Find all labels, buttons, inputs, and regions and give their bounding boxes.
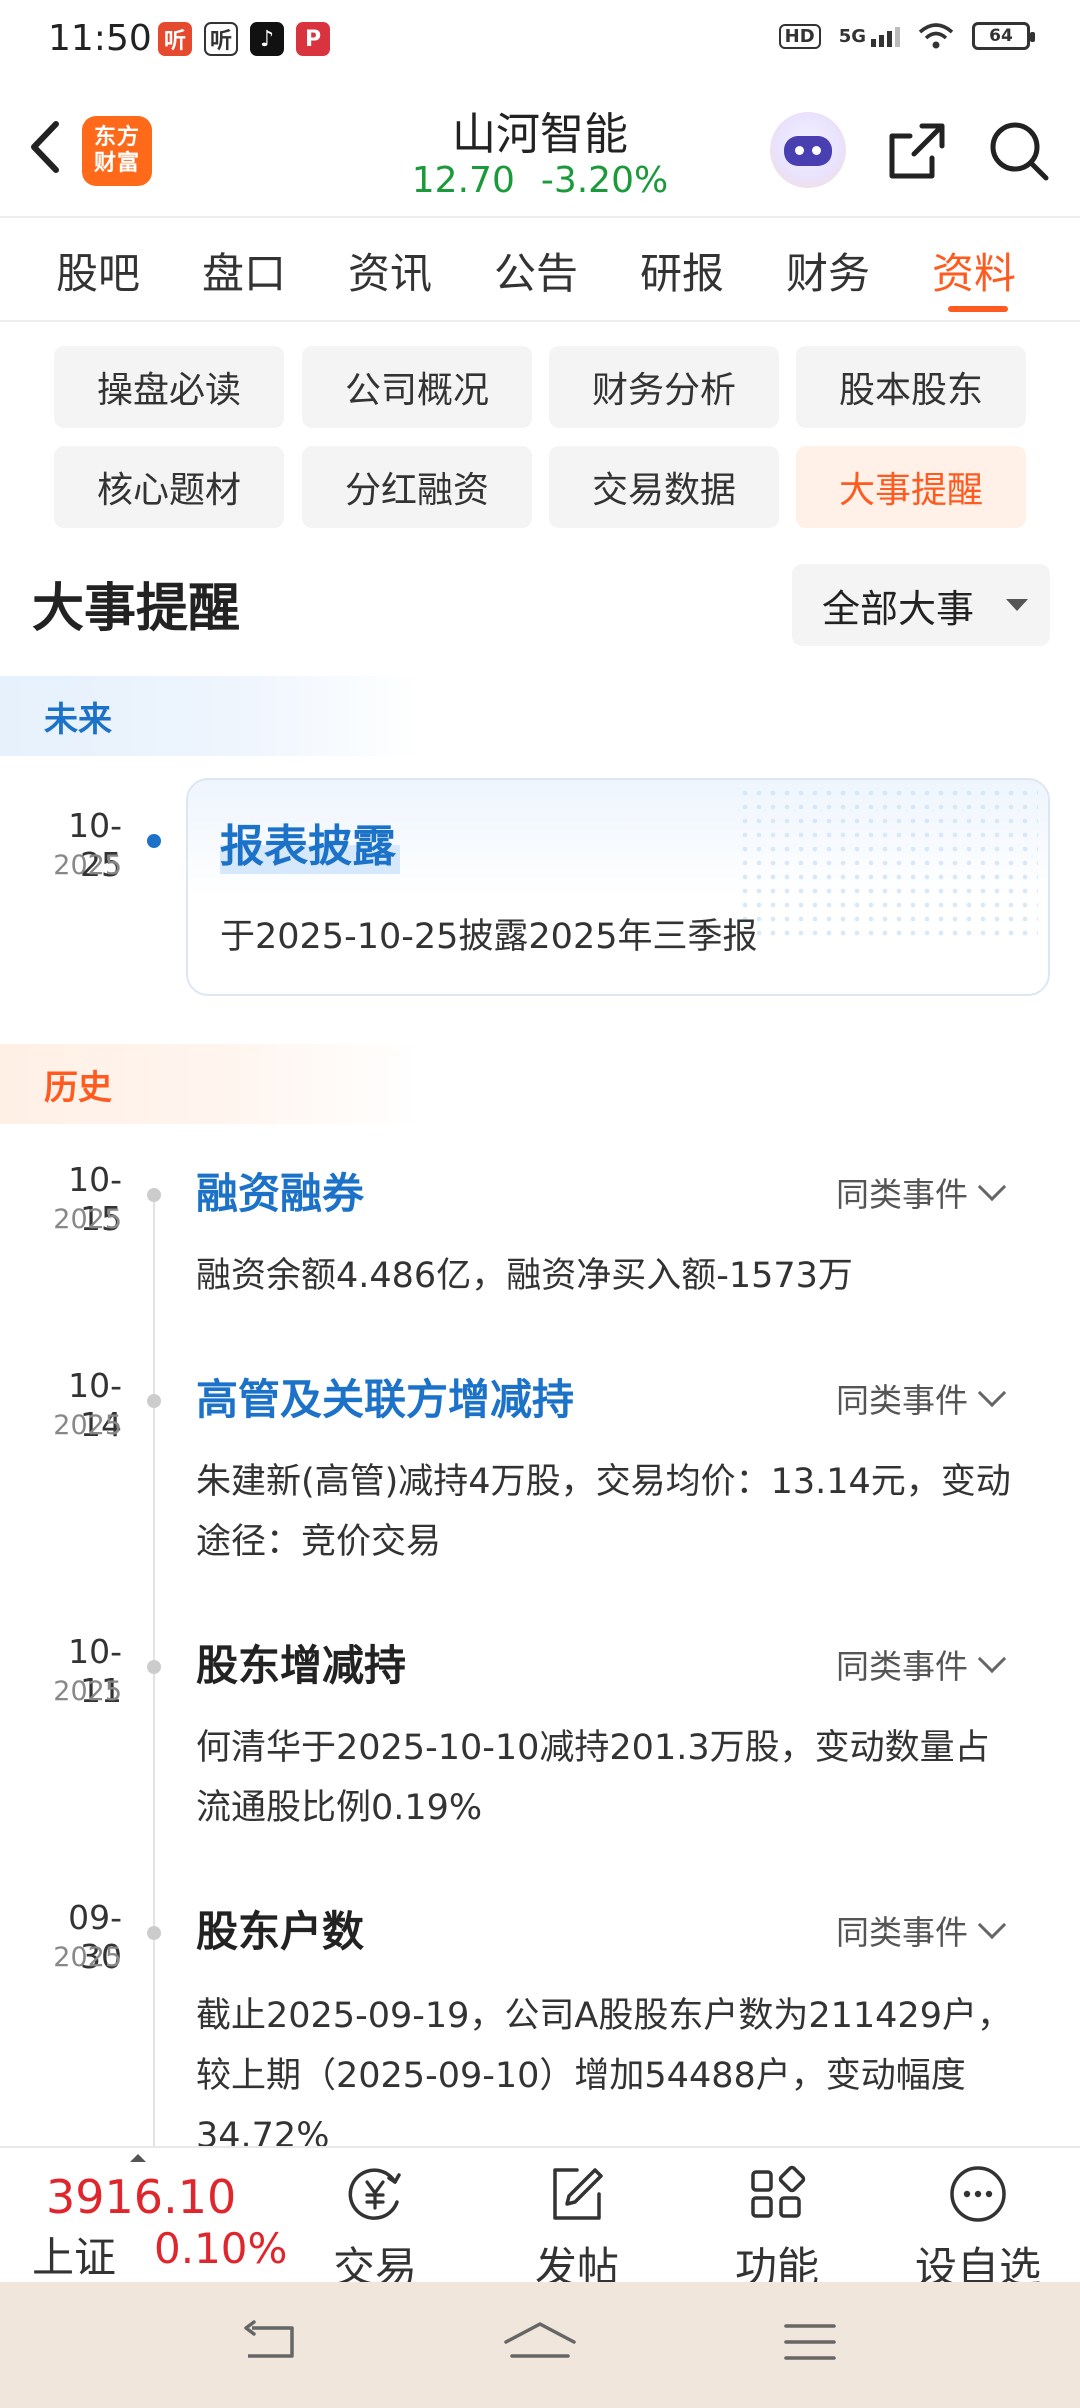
status-bar: 11:50 听 听 ♪ P HD 5G 64 [0,0,1080,82]
signal-icon: 5G [839,26,900,47]
system-nav-bar [0,2282,1080,2408]
yen-trade-icon [348,2168,401,2220]
future-event-desc: 于2025-10-25披露2025年三季报 [220,917,758,957]
nav-home-icon[interactable] [500,2312,580,2372]
index-name[interactable]: 上证 [32,2224,116,2285]
nav-back-icon[interactable] [230,2312,310,2372]
timeline-dot [147,1926,161,1940]
wifi-icon [918,23,954,49]
history-group-header: 历史 [0,1044,420,1124]
timeline-line [153,1200,155,2150]
status-time: 11:50 [48,18,152,59]
chevron-down-icon [977,1644,1007,1674]
active-tab-indicator [948,306,1008,312]
robot-face-icon [784,136,832,166]
event-title: 股东增减持 [196,1641,407,1690]
section-title: 大事提醒 [32,579,241,639]
future-group-header: 未来 [0,676,420,756]
similar-events-label: 同类事件 [836,1175,968,1214]
event-desc: 何清华于2025-10-10减持201.3万股，变动数量占流通股比例0.19% [196,1728,990,1828]
post-button[interactable]: 发帖 [497,2154,657,2292]
hd-icon: HD [778,23,821,49]
trade-button[interactable]: 交易 [295,2154,455,2292]
tab-research[interactable]: 研报 [640,240,724,301]
share-icon[interactable] [884,118,950,184]
subtab-dividends-financing[interactable]: 分红融资 [302,446,532,528]
caret-down-icon [1006,599,1028,611]
chevron-down-icon [977,1378,1007,1408]
event-title-link[interactable]: 融资融券 [196,1160,364,1221]
subtab-trading-must-read[interactable]: 操盘必读 [54,346,284,428]
timeline-dot [147,1188,161,1202]
subtab-major-events[interactable]: 大事提醒 [796,446,1026,528]
event-year: 2025 [53,1410,122,1441]
more-dots-icon [950,2166,1006,2222]
future-event-title: 报表披露 [220,810,400,874]
event-desc: 融资余额4.486亿，融资净买入额-1573万 [196,1256,853,1296]
index-value[interactable]: 3916.10 [46,2170,236,2224]
chevron-down-icon [977,1910,1007,1940]
timeline-dot [147,1394,161,1408]
event-title: 股东户数 [196,1907,365,1956]
stock-price: 12.70 [411,160,515,201]
caret-up-icon[interactable] [130,2154,146,2162]
timeline-dot [147,1660,161,1674]
stock-change-pct: -3.20% [540,160,669,201]
similar-events-label: 同类事件 [836,1381,968,1420]
future-event-card[interactable]: 报表披露 于2025-10-25披露2025年三季报 [186,778,1050,996]
subtab-core-themes[interactable]: 核心题材 [54,446,284,528]
subtab-financial-analysis[interactable]: 财务分析 [549,346,779,428]
similar-events-button[interactable]: 同类事件 [836,1906,1007,1954]
tab-news[interactable]: 资讯 [348,240,432,301]
similar-events-label: 同类事件 [836,1647,968,1686]
shopping-app-icon: P [296,22,330,56]
status-app-icons: 听 听 ♪ P [158,22,330,56]
bottom-toolbar: 3916.10 上证 0.10% 交易 发帖 功能 设自选 [0,2146,1080,2292]
status-indicators: HD 5G 64 [778,22,1035,50]
search-icon[interactable] [986,118,1052,184]
subtab-shareholders[interactable]: 股本股东 [796,346,1026,428]
similar-events-button[interactable]: 同类事件 [836,1374,1007,1422]
event-year: 2025 [53,1942,122,1973]
chevron-down-icon [977,1172,1007,1202]
event-year: 2025 [53,1676,122,1707]
stock-header: 东方 财富 山河智能 12.70 -3.20% [0,82,1080,218]
event-title-link[interactable]: 高管及关联方增减持 [196,1366,574,1427]
tab-guba[interactable]: 股吧 [56,240,140,301]
tab-finance[interactable]: 财务 [786,240,870,301]
tab-profile[interactable]: 资料 [932,240,1016,301]
grid-functions-icon [751,2165,806,2218]
event-desc: 截止2025-09-19，公司A股股东户数为211429户，较上期（2025-0… [196,1996,1012,2156]
event-filter-label: 全部大事 [822,586,975,631]
subtab-trading-data[interactable]: 交易数据 [549,446,779,528]
similar-events-button[interactable]: 同类事件 [836,1640,1007,1688]
future-event-year: 2025 [53,850,122,881]
listen-app-icon: 听 [158,22,192,56]
future-label: 未来 [44,699,112,740]
main-tabs: 股吧 盘口 资讯 公告 研报 财务 资料 [0,218,1080,322]
tab-announcements[interactable]: 公告 [494,240,578,301]
card-dot-pattern [738,786,1038,936]
similar-events-label: 同类事件 [836,1913,968,1952]
battery-icon: 64 [972,22,1035,50]
nav-menu-icon[interactable] [770,2312,850,2372]
add-watchlist-button[interactable]: 设自选 [898,2154,1058,2292]
subtab-company-overview[interactable]: 公司概况 [302,346,532,428]
similar-events-button[interactable]: 同类事件 [836,1168,1007,1216]
event-desc: 朱建新(高管)减持4万股，交易均价：13.14元，变动途径：竞价交易 [196,1462,1011,1562]
functions-button[interactable]: 功能 [697,2154,857,2292]
tab-pankou[interactable]: 盘口 [202,240,286,301]
edit-post-icon [553,2168,603,2220]
history-label: 历史 [44,1067,112,1108]
tiktok-app-icon: ♪ [250,22,284,56]
listen-app-outline-icon: 听 [204,22,238,56]
ai-assistant-avatar[interactable] [770,112,846,188]
event-year: 2025 [53,1204,122,1235]
event-filter-dropdown[interactable]: 全部大事 [792,564,1050,646]
index-change[interactable]: 0.10% [154,2224,287,2273]
timeline-dot-active [147,834,161,848]
